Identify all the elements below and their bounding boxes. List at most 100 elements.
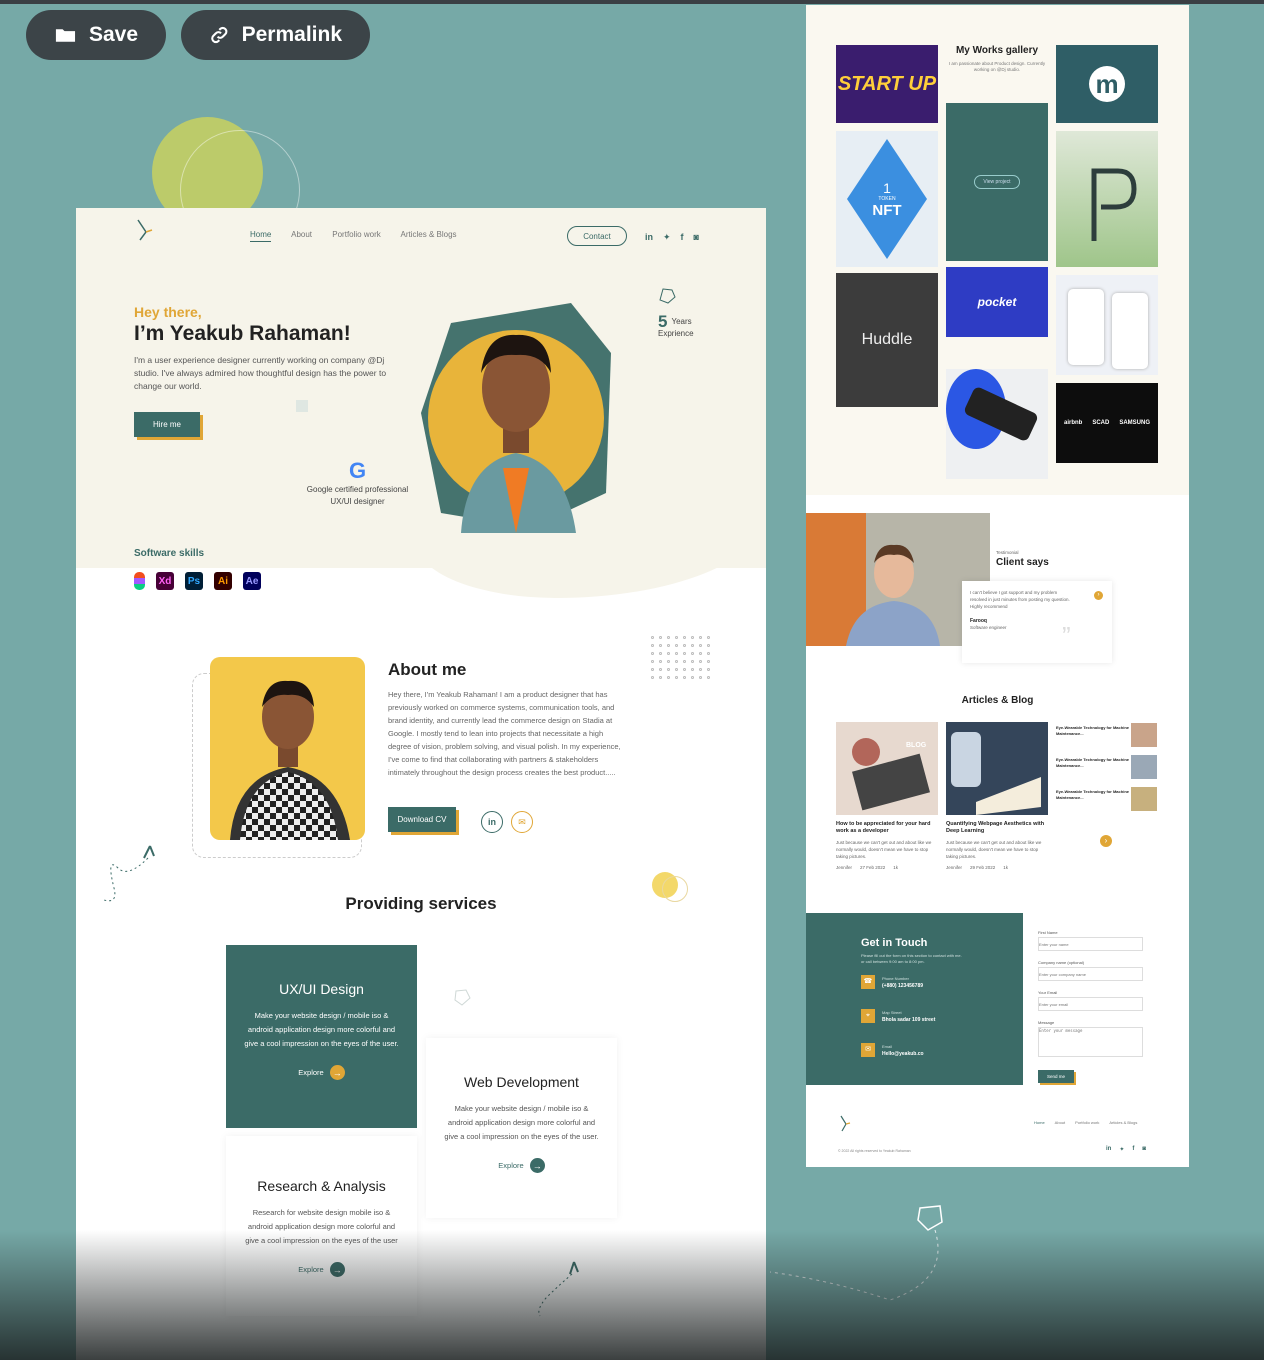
hero-portrait bbox=[421, 293, 611, 533]
gallery-tile-phone[interactable] bbox=[946, 369, 1048, 479]
instagram-icon[interactable]: ◙ bbox=[694, 232, 699, 243]
view-project-button[interactable]: View project bbox=[974, 175, 1020, 189]
footer-nav-about[interactable]: About bbox=[1055, 1120, 1065, 1125]
side-article-1[interactable]: Eye-Wearable Technology for Machine Main… bbox=[1056, 725, 1131, 737]
gallery-tile-nft[interactable]: 1 TOKEN NFT bbox=[836, 131, 938, 267]
skills-list: Xd Ps Ai Ae bbox=[134, 572, 261, 590]
gallery-title: My Works gallery bbox=[955, 45, 1039, 56]
article-title: How to be appreciated for your hard work… bbox=[836, 821, 931, 834]
twitter-icon[interactable]: ✦ bbox=[1119, 1146, 1124, 1153]
nav-about[interactable]: About bbox=[291, 230, 312, 239]
facebook-icon[interactable]: f bbox=[681, 232, 684, 243]
decorative-square bbox=[296, 400, 308, 412]
gallery-tile-m-logo[interactable]: m bbox=[1056, 45, 1158, 123]
arrow-right-icon: → bbox=[529, 1158, 545, 1173]
message-input[interactable] bbox=[1038, 1027, 1143, 1057]
m-logo-icon: m bbox=[1089, 66, 1125, 102]
years-label: Years bbox=[671, 317, 692, 326]
email-label: Email bbox=[882, 1044, 893, 1049]
email-icon: ✉ bbox=[861, 1043, 875, 1057]
client-tag: Testimonial bbox=[996, 550, 1019, 555]
years-number: 5 bbox=[658, 312, 668, 331]
twitter-icon[interactable]: ✦ bbox=[663, 232, 671, 243]
article-item-2[interactable]: Quantifying Webpage Aesthetics with Deep… bbox=[946, 821, 1048, 871]
ps-icon: Ps bbox=[185, 572, 203, 590]
explore-link[interactable]: Explore → bbox=[442, 1158, 601, 1173]
service-card-uxui[interactable]: UX/UI Design Make your website design / … bbox=[226, 945, 417, 1128]
save-button[interactable]: Save bbox=[26, 10, 166, 60]
tile-text: airbnb bbox=[1063, 420, 1083, 426]
tile-text: START UP bbox=[837, 72, 937, 95]
linkedin-circle-button[interactable]: in bbox=[481, 811, 503, 833]
nav-home[interactable]: Home bbox=[250, 230, 272, 242]
nav-articles[interactable]: Articles & Blogs bbox=[401, 230, 457, 239]
side-article-3[interactable]: Eye-Wearable Technology for Machine Main… bbox=[1056, 789, 1131, 801]
service-card-research[interactable]: Research & Analysis Research for website… bbox=[226, 1136, 417, 1316]
gallery-tile-app[interactable] bbox=[1056, 275, 1158, 375]
link-icon bbox=[211, 26, 228, 44]
article-image-2[interactable] bbox=[946, 722, 1048, 815]
nav-portfolio[interactable]: Portfolio work bbox=[332, 230, 380, 239]
hire-me-button[interactable]: Hire me bbox=[134, 412, 200, 437]
contact-button[interactable]: Contact bbox=[567, 226, 627, 246]
testimonial-quote: I can't believe I got support and my pro… bbox=[970, 590, 1070, 609]
gallery-tile-p-logo[interactable] bbox=[1056, 131, 1158, 267]
footer-logo-icon bbox=[840, 1115, 851, 1132]
facebook-icon[interactable]: f bbox=[1132, 1146, 1134, 1153]
explore-link[interactable]: Explore → bbox=[242, 1262, 401, 1277]
xd-icon: Xd bbox=[156, 572, 174, 590]
download-cv-button[interactable]: Download CV bbox=[388, 807, 456, 832]
first-name-input[interactable] bbox=[1038, 937, 1143, 951]
service-text: Research for website design mobile iso &… bbox=[245, 1208, 398, 1245]
footer-nav-articles[interactable]: Articles & Blogs bbox=[1109, 1120, 1137, 1125]
side-thumb-3 bbox=[1131, 787, 1157, 811]
company-input[interactable] bbox=[1038, 967, 1143, 981]
hero-greeting: Hey there, bbox=[134, 304, 202, 320]
ai-icon: Ai bbox=[214, 572, 232, 590]
paper-plane-trail-3 bbox=[770, 1205, 943, 1301]
gallery-tile-huddle[interactable]: Huddle bbox=[836, 273, 938, 407]
send-button[interactable]: Send me bbox=[1038, 1070, 1074, 1083]
article-title: Quantifying Webpage Aesthetics with Deep… bbox=[946, 821, 1045, 834]
testimonial-card: I can't believe I got support and my pro… bbox=[962, 581, 1112, 663]
blog-tag: BLOG bbox=[906, 742, 927, 749]
article-item-1[interactable]: How to be appreciated for your hard work… bbox=[836, 821, 938, 871]
explore-label: Explore bbox=[298, 1265, 324, 1274]
gallery-tile-pocket[interactable]: pocket bbox=[946, 267, 1048, 337]
articles-next-button[interactable]: › bbox=[1100, 835, 1112, 847]
footer-nav-portfolio[interactable]: Portfolio work bbox=[1075, 1120, 1099, 1125]
explore-link[interactable]: Explore → bbox=[242, 1065, 401, 1080]
service-title: Web Development bbox=[464, 1074, 579, 1090]
side-article-2[interactable]: Eye-Wearable Technology for Machine Main… bbox=[1056, 757, 1131, 769]
tile-text: pocket bbox=[977, 295, 1017, 309]
address-label: Map Street bbox=[882, 1010, 902, 1015]
explore-label: Explore bbox=[498, 1161, 524, 1170]
contact-subtitle: Please fill out the form on this section… bbox=[861, 953, 962, 964]
articles-title: Articles & Blog bbox=[961, 695, 1034, 706]
service-card-web[interactable]: Web Development Make your website design… bbox=[426, 1038, 617, 1218]
dot-grid bbox=[651, 636, 710, 679]
skills-title: Software skills bbox=[134, 548, 205, 559]
footer-nav-home[interactable]: Home bbox=[1034, 1120, 1045, 1125]
gallery-tile-startup[interactable]: START UP bbox=[836, 45, 938, 123]
mail-circle-button[interactable]: ✉ bbox=[511, 811, 533, 833]
contact-title: Get in Touch bbox=[861, 937, 928, 949]
linkedin-icon[interactable]: in bbox=[1106, 1146, 1111, 1153]
gallery-tile-brands[interactable]: airbnb SCAD SAMSUNG bbox=[1056, 383, 1158, 463]
ae-icon: Ae bbox=[243, 572, 261, 590]
phone-icon: ☎ bbox=[861, 975, 875, 989]
services-title: Providing services bbox=[345, 894, 497, 913]
permalink-button[interactable]: Permalink bbox=[181, 10, 370, 60]
service-text: Make your website design / mobile iso & … bbox=[444, 1104, 599, 1141]
linkedin-icon[interactable]: in bbox=[645, 232, 653, 243]
article-excerpt: Just because we can't get out and about … bbox=[836, 840, 932, 859]
next-arrow-icon[interactable]: › bbox=[1094, 591, 1103, 600]
gallery-tile-featured[interactable]: View project bbox=[946, 103, 1048, 261]
email-field[interactable] bbox=[1038, 997, 1143, 1011]
article-author: Jennifer bbox=[946, 865, 963, 870]
footer-nav: Home About Portfolio work Articles & Blo… bbox=[1034, 1120, 1137, 1125]
article-image-1[interactable]: BLOG bbox=[836, 722, 938, 815]
testimonial-role: Software engineer bbox=[970, 625, 1007, 630]
article-author: Jennifer bbox=[836, 865, 853, 870]
instagram-icon[interactable]: ◙ bbox=[1142, 1146, 1146, 1153]
